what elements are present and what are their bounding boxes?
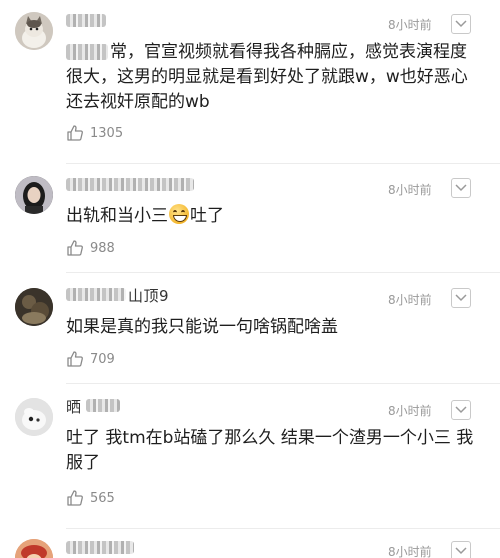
comment-time: 8小时前 <box>388 183 432 197</box>
animal-avatar-image <box>15 398 53 436</box>
comment-text-part: 出轨和当小三 <box>66 206 168 226</box>
redacted-username <box>66 541 134 554</box>
thumbs-up-icon <box>67 125 83 141</box>
comment-time: 8小时前 <box>388 293 432 307</box>
grinning-sweat-emoji-icon <box>169 204 189 224</box>
more-options-button[interactable] <box>451 400 471 420</box>
like-button[interactable]: 988 <box>66 239 115 257</box>
redacted-username <box>66 178 194 191</box>
comment-text: 如果是真的我只能说一句啥锅配啥盖 <box>66 317 338 337</box>
chevron-down-icon <box>455 406 467 414</box>
comment-text-part: 吐了 <box>190 206 224 226</box>
comment-item: 8小时前 出轨和当小三 吐了 988 <box>0 164 500 272</box>
more-options-button[interactable] <box>451 14 471 34</box>
comment-text: 吐了 我tm在b站磕了那么久 结果一个渣男一个小三 我服了 <box>66 428 474 473</box>
chevron-down-icon <box>455 184 467 192</box>
avatar[interactable] <box>15 176 53 214</box>
redacted-username <box>66 14 106 27</box>
like-count: 988 <box>90 240 115 256</box>
avatar[interactable] <box>15 398 53 436</box>
like-button[interactable]: 709 <box>66 350 115 368</box>
cat-avatar-image <box>15 12 53 50</box>
character-avatar-image <box>15 539 53 558</box>
avatar[interactable] <box>15 288 53 326</box>
comment-time: 8小时前 <box>388 404 432 418</box>
thumbs-up-icon <box>67 240 83 256</box>
thumbs-up-icon <box>67 351 83 367</box>
chevron-down-icon <box>455 294 467 302</box>
avatar[interactable] <box>15 539 53 558</box>
like-count: 565 <box>90 490 115 506</box>
comment-text: 常，官宣视频就看得我各种膈应，感觉表演程度很大，这男的明显就是看到好处了就跟w，… <box>66 42 468 112</box>
more-options-button[interactable] <box>451 541 471 558</box>
redacted-username <box>66 288 126 301</box>
more-options-button[interactable] <box>451 288 471 308</box>
like-count: 1305 <box>90 125 124 141</box>
username[interactable]: 晒 <box>66 396 82 417</box>
dark-avatar-image <box>15 288 53 326</box>
comment-item: 晒 8小时前 吐了 我tm在b站磕了那么久 结果一个渣男一个小三 我服了 565 <box>0 384 500 524</box>
like-button[interactable]: 565 <box>66 489 115 507</box>
comment-item: 8小时前 常，官宣视频就看得我各种膈应，感觉表演程度很大，这男的明显就是看到好处… <box>0 0 500 160</box>
like-count: 709 <box>90 351 115 367</box>
more-options-button[interactable] <box>451 178 471 198</box>
thumbs-up-icon <box>67 490 83 506</box>
username[interactable]: 山顶9 <box>128 285 169 306</box>
portrait-avatar-image <box>15 176 53 214</box>
chevron-down-icon <box>455 20 467 28</box>
avatar[interactable] <box>15 12 53 50</box>
chevron-down-icon <box>455 547 467 555</box>
redacted-username <box>86 399 120 412</box>
comment-item: 山顶9 8小时前 如果是真的我只能说一句啥锅配啥盖 709 <box>0 273 500 381</box>
comment-time: 8小时前 <box>388 18 432 32</box>
comment-time: 8小时前 <box>388 545 432 558</box>
like-button[interactable]: 1305 <box>66 124 123 142</box>
comment-item: 8小时前 <box>0 529 500 558</box>
comment-text: 出轨和当小三 吐了 <box>66 204 476 229</box>
